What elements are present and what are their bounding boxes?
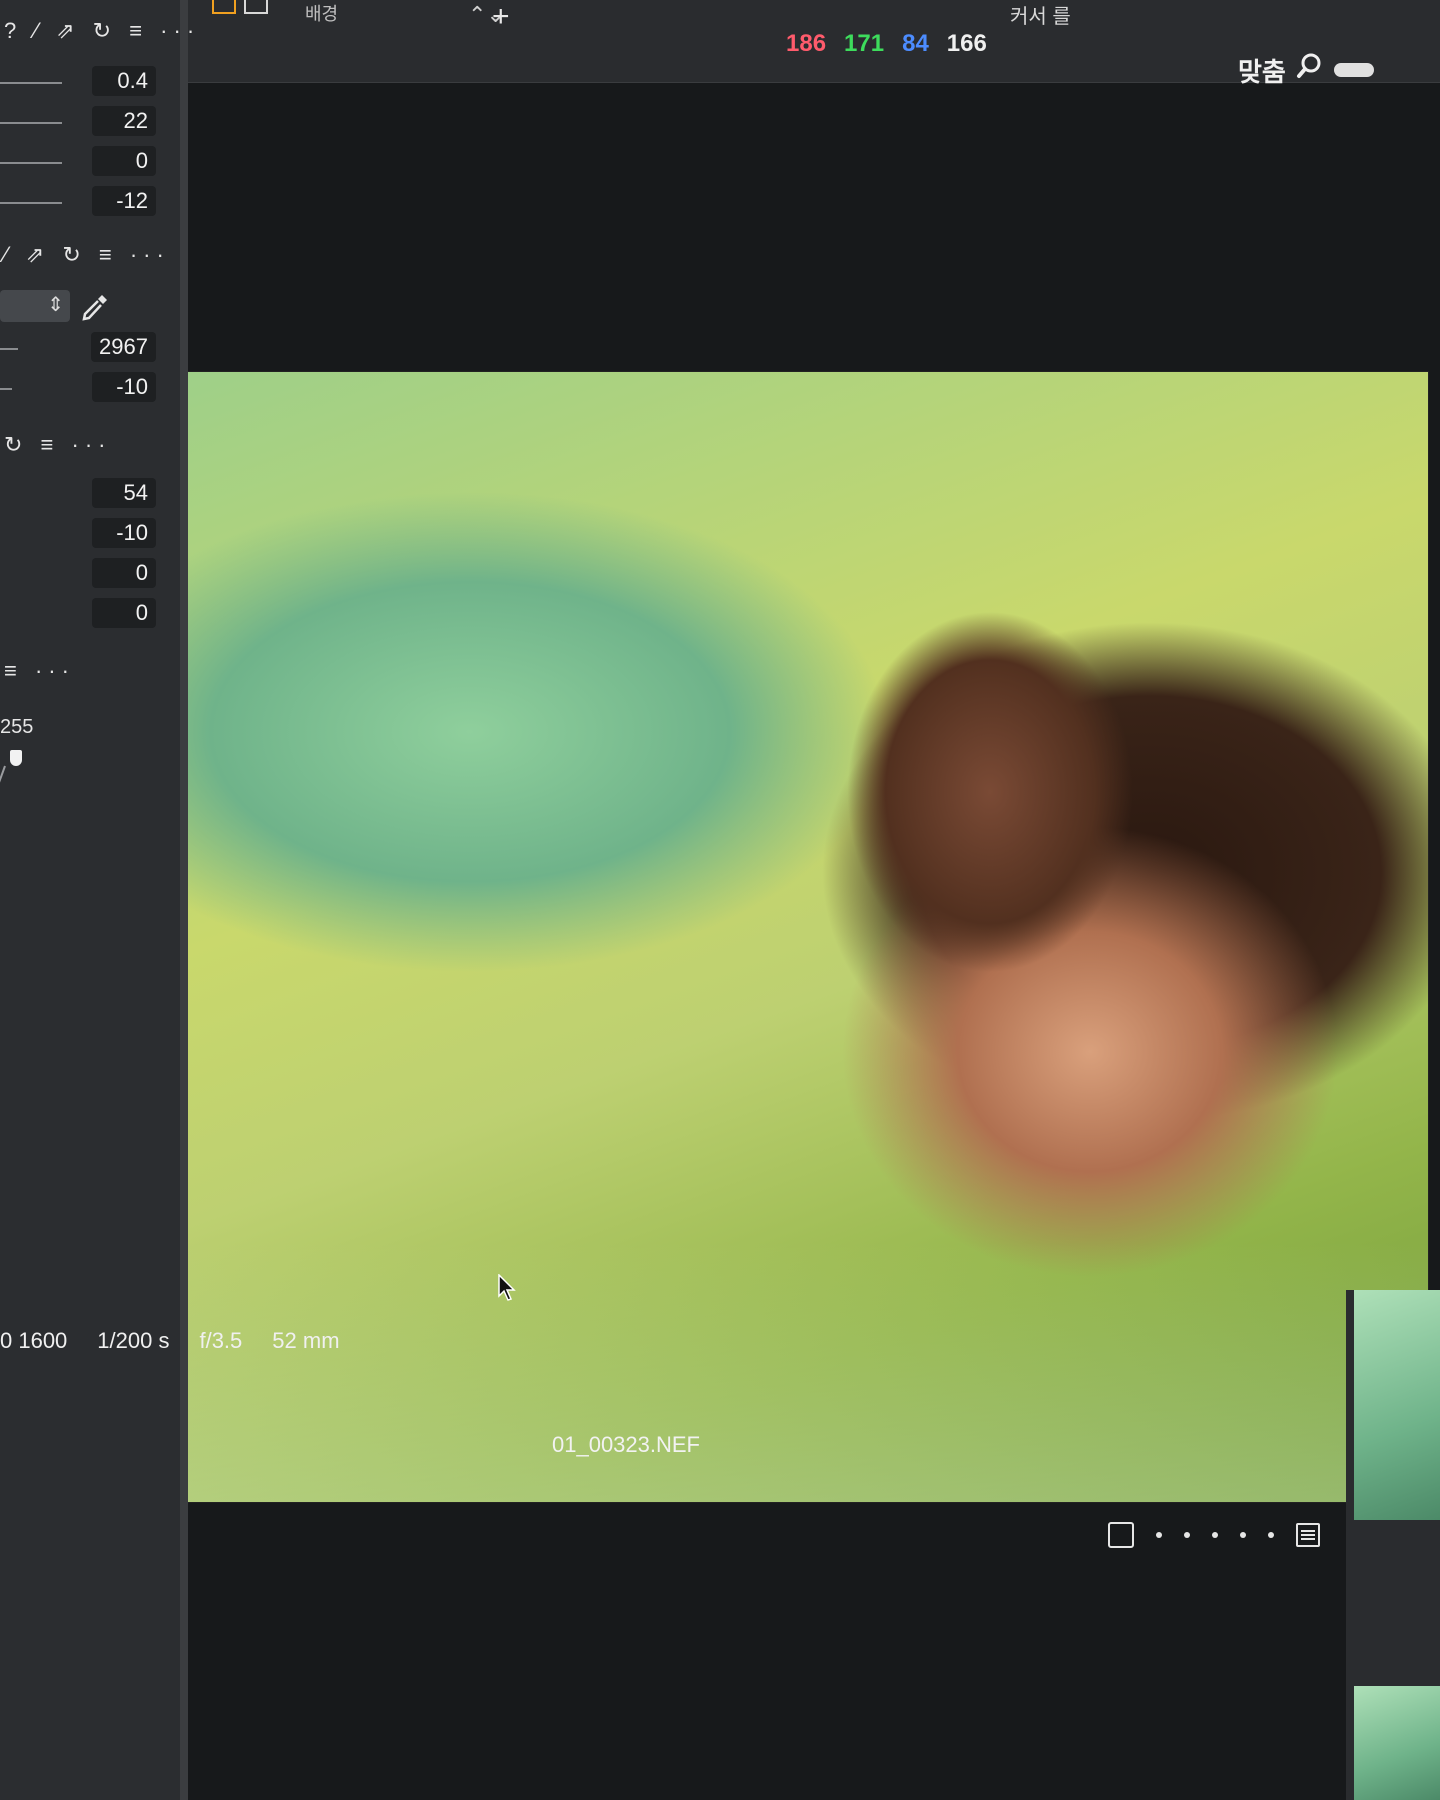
- list-view-icon[interactable]: [1296, 1523, 1320, 1547]
- param-row[interactable]: 0: [0, 146, 160, 178]
- param-row[interactable]: -10: [0, 518, 160, 550]
- param-value[interactable]: -12: [92, 186, 156, 216]
- param-value[interactable]: 0: [92, 598, 156, 628]
- param-value[interactable]: 22: [92, 106, 156, 136]
- page-dot[interactable]: [1156, 1532, 1162, 1538]
- param-value[interactable]: 0: [92, 558, 156, 588]
- param-row[interactable]: 0: [0, 558, 160, 590]
- exif-info: 0 1600 1/200 s f/3.5 52 mm: [0, 1328, 340, 1354]
- param-row[interactable]: 54: [0, 478, 160, 510]
- iso-value: 0 1600: [0, 1328, 68, 1353]
- page-dot[interactable]: [1184, 1532, 1190, 1538]
- panel-toolbar-1[interactable]: ? ⁄ ⇗ ↻ ≡ ···: [4, 18, 200, 44]
- level-curve-line: [0, 765, 6, 823]
- aperture-value: f/3.5: [199, 1328, 243, 1353]
- param-value[interactable]: 0: [92, 146, 156, 176]
- param-row[interactable]: 0: [0, 598, 160, 630]
- param-row[interactable]: -10: [0, 372, 160, 404]
- adjustment-panel: ? ⁄ ⇗ ↻ ≡ ··· 0.4 22 0 -12 ⁄ ⇗ ↻ ≡ ··· ⇕…: [0, 0, 194, 1800]
- rgb-readout: 186 171 84 166: [786, 30, 987, 58]
- eyedropper-icon[interactable]: [80, 292, 110, 322]
- slider-track[interactable]: [0, 162, 62, 164]
- slider-track[interactable]: [0, 202, 62, 204]
- blue-value: 84: [902, 30, 929, 57]
- shutter-value: 1/200 s: [97, 1328, 170, 1353]
- filmstrip: [1346, 1290, 1440, 1800]
- param-value[interactable]: 54: [92, 478, 156, 508]
- magnifier-icon[interactable]: [1296, 52, 1324, 80]
- level-value: 255: [0, 716, 34, 738]
- single-view-icon[interactable]: [212, 0, 236, 14]
- compare-view-icon[interactable]: [244, 0, 268, 14]
- zoom-slider[interactable]: [1334, 63, 1374, 77]
- page-dot[interactable]: [1240, 1532, 1246, 1538]
- page-dot[interactable]: [1212, 1532, 1218, 1538]
- crosshair-icon[interactable]: +: [492, 0, 510, 34]
- white-balance-select[interactable]: ⇕: [0, 290, 70, 322]
- frame-icon[interactable]: [1108, 1522, 1134, 1548]
- luminance-value: 166: [946, 30, 987, 57]
- param-value[interactable]: 2967: [91, 332, 156, 362]
- param-row[interactable]: 2967: [0, 332, 160, 364]
- param-row[interactable]: 22: [0, 106, 160, 138]
- mouse-cursor-icon: [498, 1274, 516, 1301]
- filmstrip-thumbnail[interactable]: [1354, 1686, 1440, 1800]
- photo-highlight: [90, 1242, 1428, 1502]
- panel-toolbar-4[interactable]: ≡ ···: [4, 658, 75, 684]
- fit-zoom-button[interactable]: 맞춤: [1238, 52, 1286, 89]
- param-value[interactable]: -10: [92, 518, 156, 548]
- slider-track[interactable]: [0, 82, 62, 84]
- select-arrows-icon: ⇕: [47, 294, 64, 316]
- cursor-label: 커서 를: [1010, 6, 1071, 28]
- panel-toolbar-3[interactable]: ↻ ≡ ···: [4, 432, 111, 458]
- top-toolbar: 배경 ⌃⌄ + 커서 를 186 171 84 166 맞춤: [0, 0, 1440, 87]
- param-row[interactable]: 0.4: [0, 66, 160, 98]
- param-row[interactable]: -12: [0, 186, 160, 218]
- filmstrip-thumbnail[interactable]: [1354, 1290, 1440, 1520]
- red-value: 186: [786, 30, 827, 57]
- slider-track[interactable]: [0, 122, 62, 124]
- slider-track[interactable]: [0, 388, 12, 390]
- param-value[interactable]: -10: [92, 372, 156, 402]
- slider-track[interactable]: [0, 348, 18, 350]
- page-navigation: [1108, 1522, 1320, 1548]
- focal-length-value: 52 mm: [272, 1328, 340, 1353]
- background-label: 배경: [305, 4, 339, 24]
- param-value[interactable]: 0.4: [92, 66, 156, 96]
- green-value: 171: [844, 30, 885, 57]
- panel-toolbar-2[interactable]: ⁄ ⇗ ↻ ≡ ···: [4, 242, 170, 268]
- view-mode-icons: [212, 0, 268, 14]
- page-dot[interactable]: [1268, 1532, 1274, 1538]
- file-name: 01_00323.NEF: [552, 1432, 700, 1457]
- level-handle[interactable]: [10, 750, 22, 766]
